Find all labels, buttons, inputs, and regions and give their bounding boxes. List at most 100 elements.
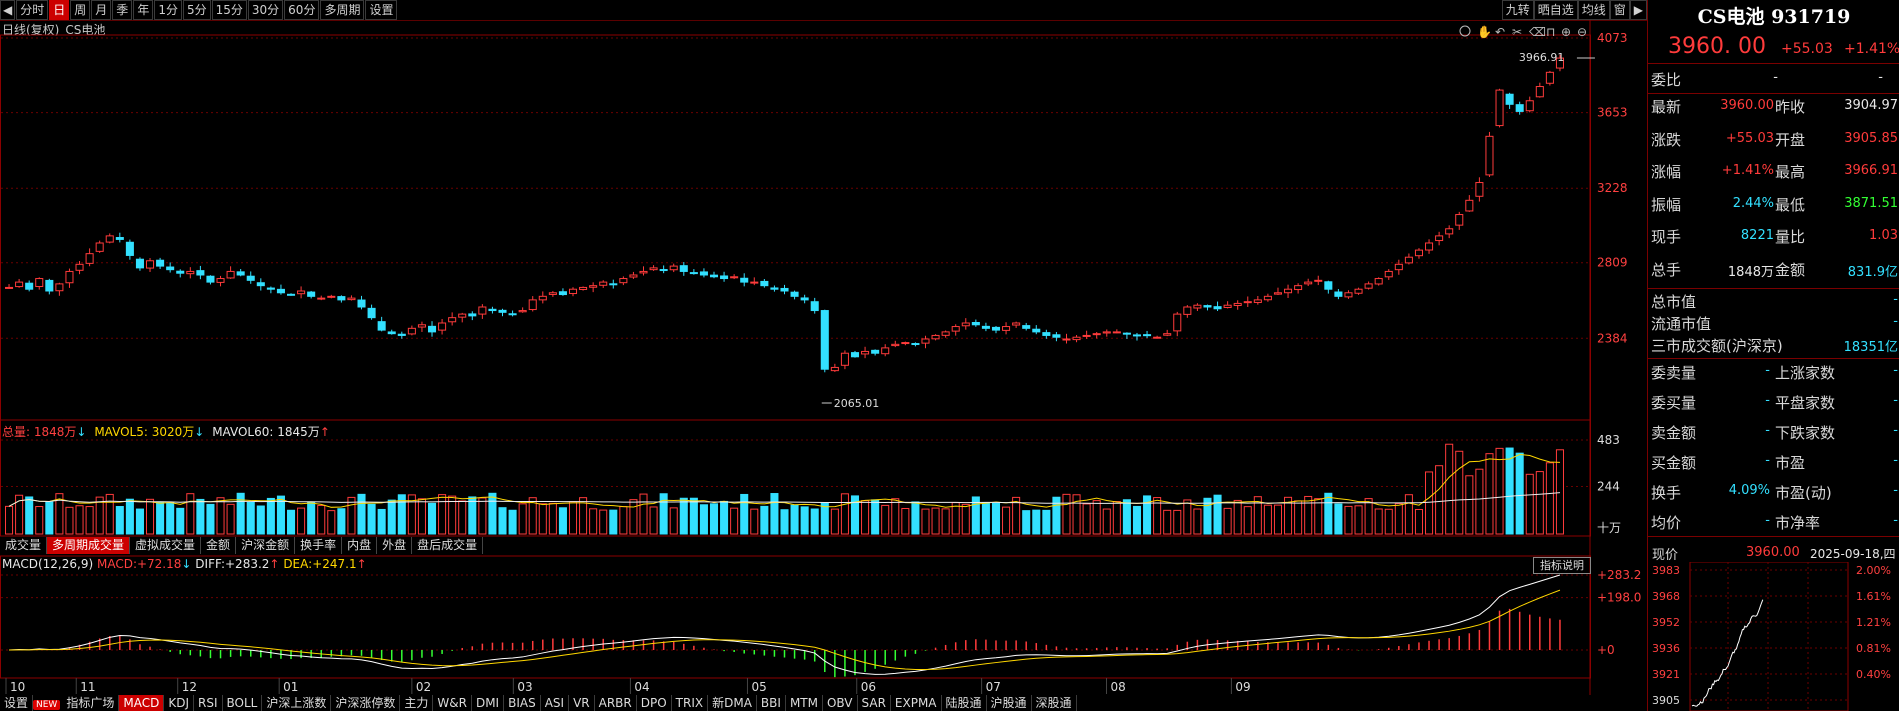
order-value-4b: - <box>1893 483 1898 498</box>
volume-bar <box>760 505 769 535</box>
volume-bar <box>1304 495 1313 535</box>
indicator-tab-23[interactable]: 沪股通 <box>987 695 1032 711</box>
candle <box>1223 304 1232 308</box>
volume-tab-7[interactable]: 外盘 <box>377 537 413 554</box>
volume-tab-2[interactable]: 虚拟成交量 <box>130 537 202 554</box>
indicator-tab-10[interactable]: BIAS <box>504 695 541 711</box>
order-value-5a: - <box>1765 513 1770 528</box>
candle <box>750 281 759 284</box>
volume-bar <box>156 501 165 535</box>
candle <box>518 310 527 313</box>
volume-bar <box>1102 508 1111 535</box>
indicator-tab-15[interactable]: TRIX <box>672 695 709 711</box>
volume-tab-3[interactable]: 金额 <box>201 537 237 554</box>
intraday-mini-chart[interactable]: 3983 3968 3952 3936 3921 3905 2.00% 1.61% 1.21% 0… <box>1648 562 1899 711</box>
quote-label-5b: 金额 <box>1775 260 1806 279</box>
indicator-tab-18[interactable]: MTM <box>786 695 823 711</box>
indicator-tab-4[interactable]: BOLL <box>223 695 263 711</box>
month-label: 11 <box>80 680 95 694</box>
candle <box>297 290 306 295</box>
market-value-2: 18351亿 <box>1843 340 1898 355</box>
candle <box>931 334 940 340</box>
volume-bar <box>226 503 235 535</box>
quote-label-0a: 最新 <box>1651 98 1682 116</box>
indicator-explain-button[interactable]: 指标说明 <box>1533 557 1591 574</box>
candle <box>800 297 809 301</box>
indicator-tab-16[interactable]: 新DMA <box>708 695 757 711</box>
indicator-tab-3[interactable]: RSI <box>194 695 223 711</box>
indicator-tab-17[interactable]: BBI <box>757 695 786 711</box>
volume-bar <box>871 499 880 535</box>
candle <box>720 275 729 280</box>
indicator-settings-button[interactable]: 设置 <box>0 695 34 711</box>
new-badge: NEW <box>33 700 61 710</box>
indicator-tab-6[interactable]: 沪深涨停数 <box>331 695 401 711</box>
indicator-tab-7[interactable]: 主力 <box>400 695 434 711</box>
volume-bar <box>65 506 74 535</box>
indicator-tab-0[interactable]: 指标广场 <box>62 695 120 711</box>
quote-value-2b: 3966.91 <box>1844 163 1898 178</box>
volume-bar <box>1495 447 1504 535</box>
volume-bar <box>5 505 14 535</box>
quote-label-5a: 总手 <box>1651 260 1682 279</box>
volume-tab-8[interactable]: 盘后成交量 <box>412 537 484 554</box>
indicator-tab-2[interactable]: KDJ <box>164 695 194 711</box>
month-label: 06 <box>861 680 876 694</box>
candle <box>115 237 124 240</box>
indicator-tab-1[interactable]: MACD <box>119 695 165 711</box>
indicator-tab-20[interactable]: SAR <box>858 695 891 711</box>
volume-bar <box>186 493 195 535</box>
order-value-1a: - <box>1765 393 1770 408</box>
volume-tab-4[interactable]: 沪深金额 <box>236 537 296 554</box>
candle <box>538 295 547 301</box>
candle <box>881 347 890 355</box>
indicator-tab-13[interactable]: ARBR <box>595 695 637 711</box>
candle <box>156 259 165 267</box>
mini-right-tick: 0.40% <box>1856 668 1891 681</box>
volume-bar <box>1173 509 1182 535</box>
candle <box>589 285 598 288</box>
volume-bar <box>589 508 598 535</box>
volume-tab-5[interactable]: 换手率 <box>295 537 343 554</box>
volume-bar <box>438 494 447 535</box>
candle <box>1394 263 1403 271</box>
volume-bar <box>931 507 940 535</box>
volume-bar <box>478 497 487 535</box>
candle <box>1243 301 1252 304</box>
volume-bar <box>347 496 356 535</box>
quote-label-1a: 涨跌 <box>1651 130 1682 149</box>
candle <box>1535 86 1544 98</box>
volume-bar <box>206 503 215 535</box>
volume-bar <box>1062 493 1071 535</box>
volume-tick: 244 <box>1597 480 1620 494</box>
indicator-tab-21[interactable]: EXPMA <box>891 695 942 711</box>
indicator-tab-14[interactable]: DPO <box>637 695 672 711</box>
candle <box>146 260 155 269</box>
volume-tab-1[interactable]: 多周期成交量 <box>47 537 131 554</box>
quote-value-0a: 3960.00 <box>1720 98 1774 113</box>
candle <box>458 313 467 318</box>
order-value-4a: 4.09% <box>1728 483 1770 498</box>
mavol5-label: MAVOL5: <box>94 425 148 439</box>
indicator-tab-19[interactable]: OBV <box>823 695 858 711</box>
indicator-tab-24[interactable]: 深股通 <box>1032 695 1077 711</box>
volume-bar <box>1263 504 1272 535</box>
indicator-tab-8[interactable]: W&R <box>433 695 472 711</box>
indicator-tab-9[interactable]: DMI <box>472 695 505 711</box>
candle <box>1102 331 1111 334</box>
indicator-tab-22[interactable]: 陆股通 <box>942 695 987 711</box>
indicator-tab-5[interactable]: 沪深上涨数 <box>262 695 332 711</box>
kline-chart[interactable]: 4073 3653 3228 2809 2384 3966.91 2065.01 483 2… <box>0 0 1647 711</box>
candle <box>75 263 84 271</box>
candle <box>488 308 497 312</box>
mini-left-tick: 3905 <box>1652 694 1680 707</box>
volume-tab-6[interactable]: 内盘 <box>342 537 378 554</box>
mini-left-tick: 3936 <box>1652 642 1680 655</box>
candle <box>689 272 698 275</box>
quote-label-1b: 开盘 <box>1775 130 1806 149</box>
volume-tab-0[interactable]: 成交量 <box>0 537 48 554</box>
indicator-tab-12[interactable]: VR <box>569 695 595 711</box>
mavol60-value: 1845万 <box>277 425 320 439</box>
candle <box>780 287 789 292</box>
indicator-tab-11[interactable]: ASI <box>541 695 570 711</box>
